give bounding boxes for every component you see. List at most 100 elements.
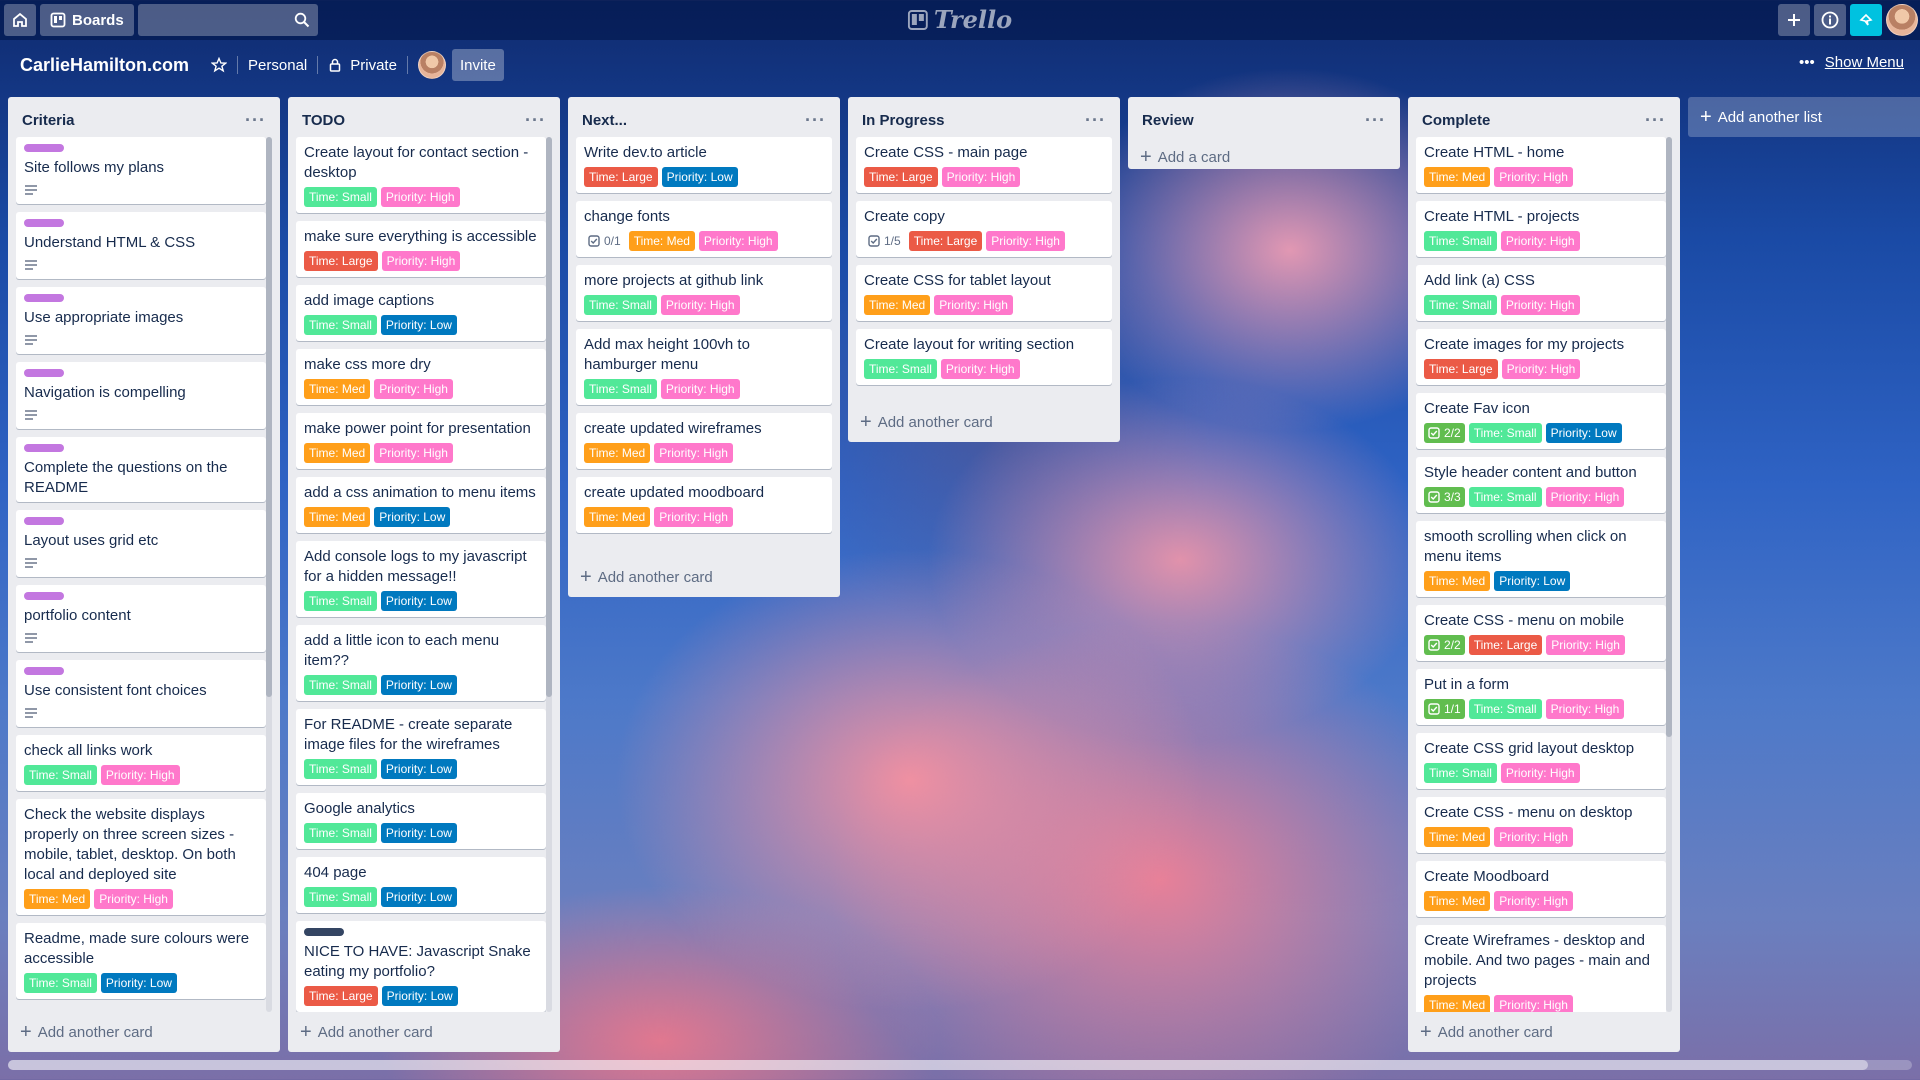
card[interactable]: 404 page Time: Small Priority: Low — [296, 857, 546, 913]
card[interactable]: make power point for presentation Time: M… — [296, 413, 546, 469]
info-button[interactable] — [1814, 4, 1846, 36]
card[interactable]: Complete the questions on the README — [16, 437, 266, 502]
checklist-icon — [1428, 703, 1440, 715]
add-card-button[interactable]: + Add another card — [856, 402, 1112, 442]
list-title[interactable]: Complete — [1422, 112, 1490, 129]
plus-icon: + — [300, 1021, 312, 1043]
add-card-button[interactable]: + Add another card — [16, 1012, 272, 1052]
card[interactable]: add a little icon to each menu item?? Tim… — [296, 625, 546, 701]
search-input[interactable] — [137, 4, 318, 36]
card[interactable]: Add console logs to my javascript for a … — [296, 541, 546, 617]
list-scrollbar[interactable] — [1666, 137, 1672, 1012]
card-label: Priority: High — [1494, 827, 1573, 847]
add-card-button[interactable]: + Add another card — [576, 557, 832, 597]
list-menu-icon[interactable]: ··· — [1365, 111, 1386, 129]
card-label: Priority: High — [654, 507, 733, 527]
card[interactable]: Create HTML - home Time: Med Priority: Hig… — [1416, 137, 1666, 193]
card[interactable]: make css more dry Time: Med Priority: High — [296, 349, 546, 405]
home-button[interactable] — [4, 4, 36, 36]
card[interactable]: make sure everything is accessible Time: … — [296, 221, 546, 277]
add-card-button[interactable]: + Add another card — [1416, 1012, 1672, 1052]
add-card-button[interactable]: + Add a card — [1136, 137, 1392, 177]
card[interactable]: Write dev.to article Time: Large Priority:… — [576, 137, 832, 193]
card[interactable]: Readme, made sure colours were accessibl… — [16, 923, 266, 999]
card[interactable]: NICE TO HAVE: Javascript Snake eating my… — [296, 921, 546, 1012]
card[interactable]: check all links work Time: Small Priority:… — [16, 735, 266, 791]
card[interactable]: Create CSS - menu on desktop Time: Med Pri… — [1416, 797, 1666, 853]
scrollbar-thumb[interactable] — [8, 1060, 1868, 1070]
card[interactable]: Create CSS - main page Time: Large Priorit… — [856, 137, 1112, 193]
card[interactable]: Create CSS grid layout desktop Time: Smal… — [1416, 733, 1666, 789]
list-scrollbar-thumb[interactable] — [1666, 137, 1672, 737]
trello-logo[interactable]: Trello — [907, 5, 1012, 34]
list-scrollbar-thumb[interactable] — [266, 137, 272, 697]
card[interactable]: add a css animation to menu items Time: M… — [296, 477, 546, 533]
card[interactable]: Create Moodboard Time: Med Priority: High — [1416, 861, 1666, 917]
team-button[interactable]: Personal — [238, 49, 317, 81]
card[interactable]: Navigation is compelling — [16, 362, 266, 429]
card[interactable]: Create CSS - menu on mobile 2/2 Time: Larg… — [1416, 605, 1666, 661]
list-menu-icon[interactable]: ··· — [245, 111, 266, 129]
card[interactable]: create updated wireframes Time: Med Priori… — [576, 413, 832, 469]
card[interactable]: Create HTML - projects Time: Small Priorit… — [1416, 201, 1666, 257]
boards-button[interactable]: Boards — [40, 4, 134, 36]
card[interactable]: Use appropriate images — [16, 287, 266, 354]
card[interactable]: add image captions Time: Small Priority: L… — [296, 285, 546, 341]
card[interactable]: Add max height 100vh to hamburger menu Ti… — [576, 329, 832, 405]
card-badges: Time: Small Priority: Low — [304, 759, 538, 779]
star-icon[interactable] — [211, 57, 228, 73]
card[interactable]: Create layout for contact section - desk… — [296, 137, 546, 213]
card[interactable]: Google analytics Time: Small Priority: Low — [296, 793, 546, 849]
card[interactable]: Use consistent font choices — [16, 660, 266, 727]
member-avatar[interactable] — [417, 51, 446, 79]
list-scrollbar-thumb[interactable] — [546, 137, 552, 697]
card[interactable]: Create Fav icon 2/2 Time: Small Priority: L… — [1416, 393, 1666, 449]
card[interactable]: Create images for my projects Time: Large… — [1416, 329, 1666, 385]
card[interactable]: Check the website displays properly on t… — [16, 799, 266, 915]
card-label-strip — [24, 592, 64, 600]
notifications-button[interactable] — [1850, 4, 1882, 36]
list-title[interactable]: Next... — [582, 112, 627, 129]
card[interactable]: smooth scrolling when click on menu item… — [1416, 521, 1666, 597]
card-label: Time: Med — [864, 295, 931, 315]
visibility-button[interactable]: Private — [318, 49, 407, 81]
card[interactable]: For README - create separate image files… — [296, 709, 546, 785]
board-horizontal-scrollbar[interactable] — [8, 1060, 1912, 1070]
board-title[interactable]: CarlieHamilton.com — [20, 55, 189, 76]
list-title[interactable]: Criteria — [22, 112, 75, 129]
card[interactable]: more projects at github link Time: Small P… — [576, 265, 832, 321]
create-button[interactable] — [1778, 4, 1810, 36]
more-icon: ••• — [1799, 54, 1815, 71]
card[interactable]: portfolio content — [16, 585, 266, 652]
card-label: Priority: High — [986, 231, 1065, 251]
card[interactable]: Put in a form 1/1 Time: Small Priority: Hig… — [1416, 669, 1666, 725]
card[interactable]: Layout uses grid etc — [16, 510, 266, 577]
invite-button[interactable]: Invite — [451, 49, 504, 81]
list-title[interactable]: TODO — [302, 112, 345, 129]
list-menu-icon[interactable]: ··· — [1085, 111, 1106, 129]
list-menu-icon[interactable]: ··· — [525, 111, 546, 129]
list-menu-icon[interactable]: ··· — [1645, 111, 1666, 129]
list-title[interactable]: In Progress — [862, 112, 945, 129]
card[interactable]: Style header content and button 3/3 Time: … — [1416, 457, 1666, 513]
list-scrollbar[interactable] — [546, 137, 552, 1012]
card-label: Priority: High — [654, 443, 733, 463]
list-scrollbar[interactable] — [266, 137, 272, 1012]
card[interactable]: Understand HTML & CSS — [16, 212, 266, 279]
list-title[interactable]: Review — [1142, 112, 1194, 129]
card[interactable]: Create CSS for tablet layout Time: Med Pri… — [856, 265, 1112, 321]
user-avatar[interactable] — [1886, 4, 1918, 36]
card[interactable]: change fonts 0/1 Time: Med Priority: High — [576, 201, 832, 257]
card[interactable]: Site follows my plans — [16, 137, 266, 204]
card[interactable]: Create Wireframes - desktop and mobile. … — [1416, 925, 1666, 1012]
card[interactable]: Create layout for writing section Time: S… — [856, 329, 1112, 385]
card[interactable]: Create copy 1/5 Time: Large Priority: High — [856, 201, 1112, 257]
add-list-button[interactable]: + Add another list — [1688, 97, 1920, 137]
card[interactable]: create updated moodboard Time: Med Priorit… — [576, 477, 832, 533]
add-card-button[interactable]: + Add another card — [296, 1012, 552, 1052]
card-badges: 2/2 Time: Small Priority: Low — [1424, 423, 1658, 443]
list-menu-icon[interactable]: ··· — [805, 111, 826, 129]
show-menu-button[interactable]: ••• Show Menu — [1799, 54, 1904, 71]
card-list: Create HTML - home Time: Med Priority: Hig… — [1416, 137, 1672, 1012]
card[interactable]: Add link (a) CSS Time: Small Priority: Hig… — [1416, 265, 1666, 321]
